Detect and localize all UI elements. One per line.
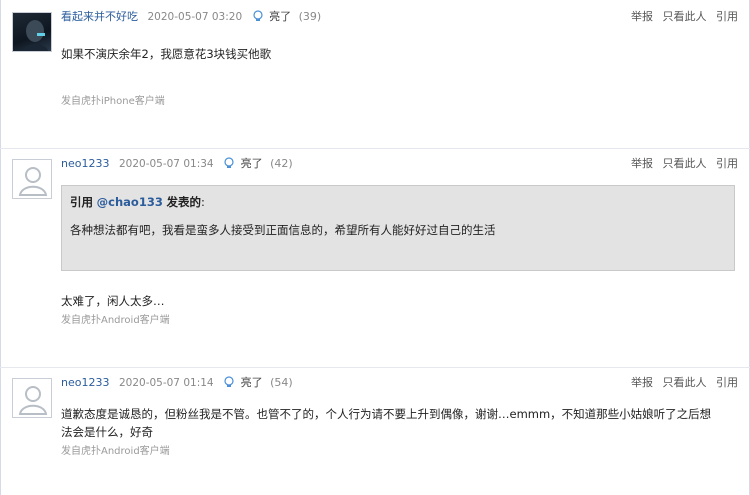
- lightbulb-icon[interactable]: [252, 10, 264, 22]
- lightbulb-icon[interactable]: [223, 157, 235, 169]
- report-button[interactable]: 举报: [631, 376, 653, 389]
- light-button[interactable]: 亮了: [241, 376, 263, 389]
- post-1: 看起来并不好吃 2020-05-07 03:20 亮了 (39) 举报 只看此人…: [0, 0, 750, 148]
- post-source: 发自虎扑Android客户端: [61, 446, 170, 457]
- quote-button[interactable]: 引用: [716, 10, 738, 23]
- avatar[interactable]: [12, 378, 52, 418]
- post-content-line-1: 道歉态度是诚恳的，但粉丝我是不管。也管不了的，个人行为请不要上升到偶像，谢谢…e…: [61, 407, 712, 421]
- username-link[interactable]: neo1233: [61, 376, 109, 389]
- post-source: 发自虎扑Android客户端: [61, 315, 170, 326]
- post-meta: neo1233 2020-05-07 01:34 亮了 (42): [61, 157, 293, 171]
- post-actions: 举报 只看此人 引用: [625, 157, 738, 171]
- only-this-user-button[interactable]: 只看此人: [663, 376, 707, 389]
- light-count: (54): [270, 376, 293, 389]
- quoted-user-link[interactable]: @chao133: [97, 195, 163, 209]
- quote-button[interactable]: 引用: [716, 376, 738, 389]
- light-count: (39): [298, 10, 322, 23]
- report-button[interactable]: 举报: [631, 157, 653, 170]
- quote-header: 引用 @chao133 发表的:: [70, 194, 205, 210]
- quote-suffix: 发表的: [166, 195, 201, 209]
- post-3: neo1233 2020-05-07 01:14 亮了 (54) 举报 只看此人…: [0, 368, 750, 495]
- quote-button[interactable]: 引用: [716, 157, 738, 170]
- username-link[interactable]: 看起来并不好吃: [61, 10, 138, 23]
- only-this-user-button[interactable]: 只看此人: [663, 10, 707, 23]
- quote-body: 各种想法都有吧，我看是蛮多人接受到正面信息的，希望所有人能好好过自己的生活: [70, 223, 496, 237]
- avatar[interactable]: [12, 12, 52, 52]
- post-content-line-2: 法会是什么，好奇: [61, 425, 153, 439]
- post-actions: 举报 只看此人 引用: [625, 376, 738, 390]
- username-link[interactable]: neo1233: [61, 157, 109, 170]
- post-source: 发自虎扑iPhone客户端: [61, 96, 165, 107]
- post-timestamp: 2020-05-07 01:14: [118, 377, 214, 389]
- light-button[interactable]: 亮了: [241, 157, 263, 170]
- lightbulb-icon[interactable]: [223, 376, 235, 388]
- quote-colon: :: [200, 195, 205, 209]
- post-timestamp: 2020-05-07 03:20: [147, 11, 243, 23]
- quote-block: 引用 @chao133 发表的: 各种想法都有吧，我看是蛮多人接受到正面信息的，…: [61, 185, 735, 271]
- post-content: 如果不演庆余年2，我愿意花3块钱买他歌: [61, 47, 272, 61]
- light-count: (42): [270, 157, 293, 170]
- report-button[interactable]: 举报: [631, 10, 653, 23]
- light-button[interactable]: 亮了: [269, 10, 291, 23]
- quote-prefix: 引用: [70, 195, 93, 209]
- post-2: neo1233 2020-05-07 01:34 亮了 (42) 举报 只看此人…: [0, 149, 750, 367]
- post-meta: 看起来并不好吃 2020-05-07 03:20 亮了 (39): [61, 10, 321, 24]
- post-timestamp: 2020-05-07 01:34: [118, 158, 214, 170]
- avatar[interactable]: [12, 159, 52, 199]
- post-actions: 举报 只看此人 引用: [625, 10, 738, 24]
- post-content: 太难了，闲人太多…: [61, 294, 165, 308]
- post-meta: neo1233 2020-05-07 01:14 亮了 (54): [61, 376, 293, 390]
- only-this-user-button[interactable]: 只看此人: [663, 157, 707, 170]
